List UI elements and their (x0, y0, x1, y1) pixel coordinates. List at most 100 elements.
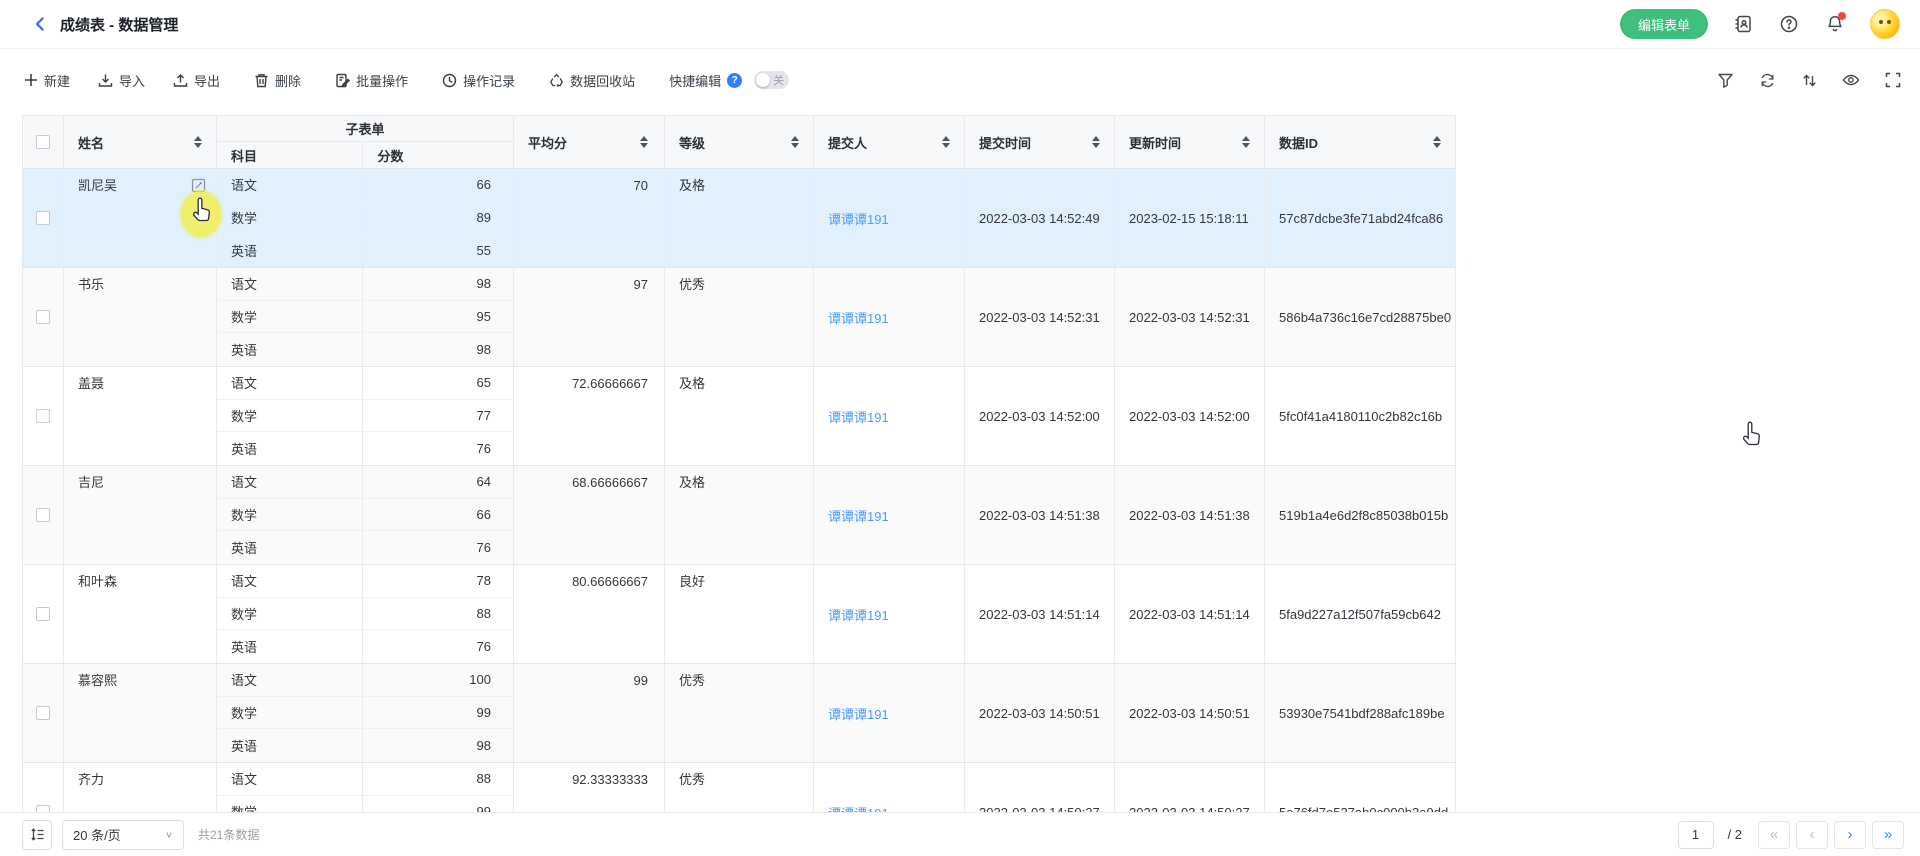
grade-cell: 及格 (665, 367, 814, 465)
table-row[interactable]: 凯尼吴 语文66数学89英语55 70 及格 谭谭谭191 2022-03-03… (22, 169, 1456, 268)
sort-caret-icon[interactable] (194, 136, 202, 148)
row-checkbox[interactable] (36, 805, 50, 812)
sort-caret-icon[interactable] (1092, 136, 1100, 148)
sort-caret-icon[interactable] (640, 136, 648, 148)
table-row[interactable]: 齐力 语文88数学99英语 92.33333333 优秀 谭谭谭191 2022… (22, 763, 1456, 812)
row-checkbox[interactable] (36, 508, 50, 522)
page-size-select[interactable]: 20 条/页 ∨ (62, 820, 184, 850)
next-page-button[interactable]: › (1834, 821, 1866, 849)
submitter-link[interactable]: 谭谭谭191 (828, 803, 889, 813)
sort-caret-icon[interactable] (1433, 136, 1441, 148)
quick-edit-label: 快捷编辑 ? (669, 71, 742, 90)
subform-sub-row: 英语76 (217, 531, 513, 564)
table-row[interactable]: 吉尼 语文64数学66英语76 68.66666667 及格 谭谭谭191 20… (22, 466, 1456, 565)
row-checkbox-cell (22, 367, 64, 465)
page-number-input[interactable] (1678, 821, 1714, 849)
column-header-average[interactable]: 平均分 (514, 116, 665, 168)
refresh-icon[interactable] (1756, 69, 1778, 91)
sort-caret-icon[interactable] (791, 136, 799, 148)
batch-operation-button[interactable]: 批量操作 (335, 71, 408, 90)
recycle-bin-button[interactable]: 数据回收站 (549, 71, 635, 90)
row-density-button[interactable] (22, 820, 52, 850)
fullscreen-icon[interactable] (1882, 69, 1904, 91)
table-row[interactable]: 慕容熙 语文100数学99英语98 99 优秀 谭谭谭191 2022-03-0… (22, 664, 1456, 763)
data-id-cell: 5fc0f41a4180110c2b82c16b (1265, 367, 1456, 465)
score-value: 76 (363, 630, 513, 663)
subform-sub-row: 数学66 (217, 499, 513, 532)
score-value: 98 (363, 729, 513, 762)
row-checkbox[interactable] (36, 409, 50, 423)
first-page-button[interactable]: « (1758, 821, 1790, 849)
column-header-subject[interactable]: 科目 (217, 142, 363, 168)
submitter-link[interactable]: 谭谭谭191 (828, 308, 889, 327)
subject-value: 英语 (217, 531, 363, 564)
name-cell: 慕容熙 (64, 664, 217, 762)
pagination-bar: 20 条/页 ∨ 共21条数据 / 2 « ‹ › » (0, 812, 1920, 856)
row-edit-pencil-icon[interactable] (191, 178, 206, 193)
avatar[interactable] (1870, 9, 1900, 39)
back-button[interactable] (30, 14, 50, 34)
table-row[interactable]: 书乐 语文98数学95英语98 97 优秀 谭谭谭191 2022-03-03 … (22, 268, 1456, 367)
submitter-link[interactable]: 谭谭谭191 (828, 704, 889, 723)
column-header-grade[interactable]: 等级 (665, 116, 814, 168)
update-time-value: 2022-03-03 14:51:14 (1129, 607, 1250, 622)
average-cell: 97 (514, 268, 665, 366)
notification-bell-icon[interactable] (1824, 13, 1846, 35)
column-header-score[interactable]: 分数 (363, 142, 513, 168)
row-checkbox[interactable] (36, 607, 50, 621)
average-value: 92.33333333 (572, 763, 648, 796)
column-header-name[interactable]: 姓名 (64, 116, 217, 168)
recycle-icon (549, 73, 564, 88)
score-value: 98 (363, 268, 513, 300)
import-button[interactable]: 导入 (98, 71, 145, 90)
filter-icon[interactable] (1714, 69, 1736, 91)
column-header-submit-time[interactable]: 提交时间 (965, 116, 1115, 168)
row-checkbox[interactable] (36, 310, 50, 324)
data-management-page: 成绩表 - 数据管理 编辑表单 (0, 0, 1920, 856)
row-checkbox[interactable] (36, 706, 50, 720)
name-cell: 吉尼 (64, 466, 217, 564)
help-icon[interactable] (1778, 13, 1800, 35)
table-row[interactable]: 盖聂 语文65数学77英语76 72.66666667 及格 谭谭谭191 20… (22, 367, 1456, 466)
submitter-link[interactable]: 谭谭谭191 (828, 407, 889, 426)
clock-icon (442, 73, 457, 88)
prev-page-button[interactable]: ‹ (1796, 821, 1828, 849)
data-id-cell: 57c87dcbe3fe71abd24fca86 (1265, 169, 1456, 267)
select-all-checkbox[interactable] (36, 135, 50, 149)
edit-form-button[interactable]: 编辑表单 (1620, 9, 1708, 39)
last-page-button[interactable]: » (1872, 821, 1904, 849)
table-row[interactable]: 和叶森 语文78数学88英语76 80.66666667 良好 谭谭谭191 2… (22, 565, 1456, 664)
student-name: 吉尼 (78, 466, 104, 499)
column-header-submitter[interactable]: 提交人 (814, 116, 965, 168)
subform-group-label: 子表单 (217, 116, 513, 142)
submitter-link[interactable]: 谭谭谭191 (828, 209, 889, 228)
operation-log-button[interactable]: 操作记录 (442, 71, 515, 90)
visibility-eye-icon[interactable] (1840, 69, 1862, 91)
average-value: 70 (634, 169, 648, 202)
submitter-link[interactable]: 谭谭谭191 (828, 506, 889, 525)
export-button[interactable]: 导出 (173, 71, 220, 90)
subject-value: 语文 (217, 763, 363, 795)
name-cell: 齐力 (64, 763, 217, 812)
plus-icon (24, 73, 38, 87)
data-id-value: 586b4a736c16e7cd28875be0 (1279, 310, 1451, 325)
sort-icon[interactable] (1798, 69, 1820, 91)
row-checkbox[interactable] (36, 211, 50, 225)
submit-time-value: 2022-03-03 14:50:51 (979, 706, 1100, 721)
score-value: 95 (363, 301, 513, 333)
column-header-update-time[interactable]: 更新时间 (1115, 116, 1265, 168)
delete-button[interactable]: 删除 (254, 71, 301, 90)
quick-edit-toggle[interactable]: 关 (754, 71, 789, 89)
column-header-data-id[interactable]: 数据ID (1265, 116, 1456, 168)
subject-value: 数学 (217, 499, 363, 531)
subform-cell: 语文100数学99英语98 (217, 664, 514, 762)
new-record-button[interactable]: 新建 (24, 71, 70, 90)
sort-caret-icon[interactable] (942, 136, 950, 148)
submitter-link[interactable]: 谭谭谭191 (828, 605, 889, 624)
subform-sub-row: 语文66 (217, 169, 513, 202)
contacts-book-icon[interactable] (1732, 13, 1754, 35)
submitter-cell: 谭谭谭191 (814, 169, 965, 267)
submitter-cell: 谭谭谭191 (814, 466, 965, 564)
quick-edit-help-icon[interactable]: ? (727, 73, 742, 88)
sort-caret-icon[interactable] (1242, 136, 1250, 148)
